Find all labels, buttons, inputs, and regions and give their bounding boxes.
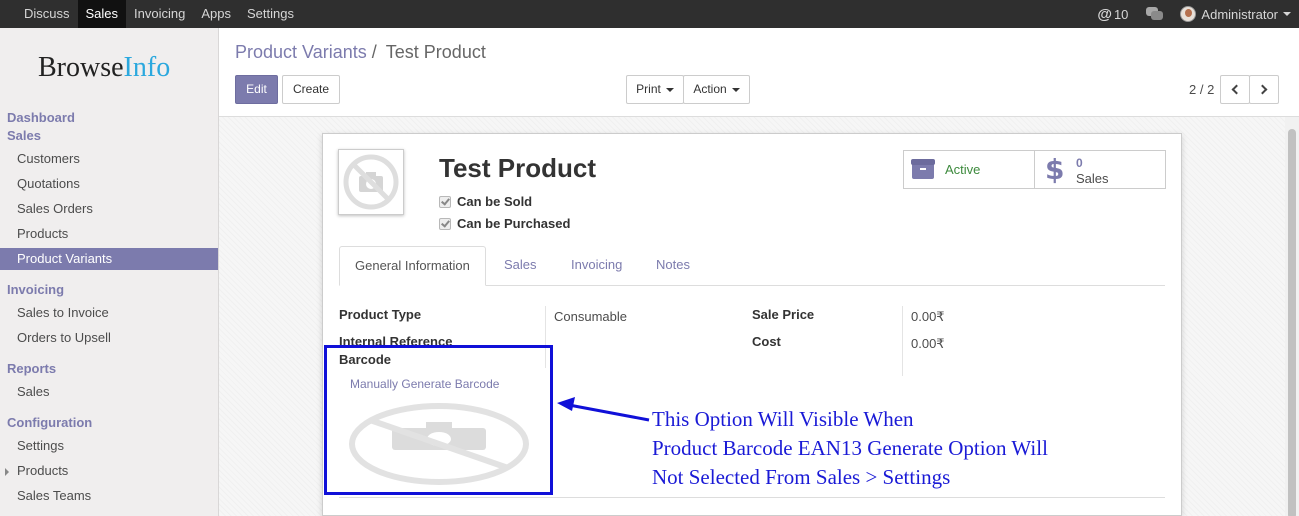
sidebar-dashboard[interactable]: Dashboard [7,110,75,125]
sidebar-item-sales-teams[interactable]: Sales Teams [0,485,218,507]
breadcrumb-current: Test Product [385,42,486,62]
mentions-count[interactable]: 10 [1114,7,1128,22]
print-button[interactable]: Print [626,75,684,104]
chat-icon[interactable] [1146,7,1164,21]
menu-invoicing[interactable]: Invoicing [126,0,193,28]
tab-sales[interactable]: Sales [489,246,552,286]
chevron-down-icon [731,87,740,92]
product-image[interactable] [338,149,404,215]
print-label: Print [636,82,661,96]
chevron-down-icon[interactable] [1283,12,1291,16]
no-image-icon [343,154,399,210]
cost-value[interactable]: 0.00₹ [911,336,945,352]
breadcrumb: Product Variants / Test Product [235,42,486,63]
edit-button[interactable]: Edit [235,75,278,104]
caret-right-icon [5,468,9,476]
active-toggle-button[interactable]: Active [903,150,1035,189]
sidebar-item-products[interactable]: Products [0,223,218,245]
sales-label: Sales [1076,171,1109,186]
create-button[interactable]: Create [282,75,340,104]
tab-invoicing[interactable]: Invoicing [556,246,637,286]
chevron-right-icon [1257,84,1268,95]
annotation-arrow-icon [557,397,650,422]
can-be-sold-label: Can be Sold [457,194,533,209]
archive-icon [911,159,935,179]
breadcrumb-separator: / [371,42,377,62]
sidebar-item-customers[interactable]: Customers [0,148,218,170]
can-be-purchased-label: Can be Purchased [457,216,571,231]
cost-label: Cost [752,334,781,349]
sidebar-item-quotations[interactable]: Quotations [0,173,218,195]
field-divider [902,306,903,376]
sidebar: BrowseInfo Dashboard Sales Customers Quo… [0,28,219,516]
sidebar-item-sales-orders[interactable]: Sales Orders [0,198,218,220]
pager-value[interactable]: 2 / 2 [1189,82,1214,97]
top-navbar: Discuss Sales Invoicing Apps Settings @ … [0,0,1299,28]
logo-info: Info [123,52,171,83]
sidebar-item-product-variants[interactable]: Product Variants [0,248,218,270]
sale-price-label: Sale Price [752,307,815,322]
sidebar-item-report-sales[interactable]: Sales [0,381,218,403]
sidebar-head-invoicing: Invoicing [7,282,65,297]
barcode-placeholder-icon [349,403,529,485]
action-button[interactable]: Action [683,75,750,104]
menu-settings[interactable]: Settings [239,0,302,28]
menu-sales[interactable]: Sales [77,0,127,28]
annotation-line-2: Product Barcode EAN13 Generate Option Wi… [652,436,1048,460]
menu-discuss[interactable]: Discuss [16,0,78,28]
sale-price-value[interactable]: 0.00₹ [911,309,945,325]
sales-smart-button[interactable]: $ 0 Sales [1034,150,1166,189]
scrollbar-thumb[interactable] [1288,129,1296,516]
sidebar-item-config-products[interactable]: Products [0,460,218,482]
sidebar-head-reports: Reports [7,361,57,376]
manually-generate-barcode-link[interactable]: Manually Generate Barcode [350,377,499,391]
sidebar-item-label: Products [17,463,69,478]
menu-apps[interactable]: Apps [193,0,239,28]
logo-browse: Browse [38,52,124,83]
top-menu: Discuss Sales Invoicing Apps Settings [16,0,302,28]
chevron-down-icon [665,87,674,92]
pager-previous-button[interactable] [1220,75,1250,104]
pager-next-button[interactable] [1249,75,1279,104]
sales-count: 0 [1076,156,1083,170]
can-be-sold-checkbox[interactable] [439,196,451,208]
product-type-value[interactable]: Consumable [554,309,627,324]
avatar[interactable] [1180,6,1197,22]
can-be-purchased-checkbox[interactable] [439,218,451,230]
chevron-left-icon [1231,84,1242,95]
active-status-text: Active [945,162,981,177]
sidebar-head-configuration: Configuration [7,415,93,430]
product-type-label: Product Type [339,307,422,322]
product-name[interactable]: Test Product [439,153,596,184]
sidebar-item-sales-to-invoice[interactable]: Sales to Invoice [0,302,218,324]
annotation-line-1: This Option Will Visible When [652,407,914,431]
dollar-icon: $ [1045,153,1065,186]
action-label: Action [693,82,727,96]
sidebar-item-orders-to-upsell[interactable]: Orders to Upsell [0,327,218,349]
section-divider [339,497,1165,498]
at-icon[interactable]: @ [1097,6,1112,23]
sidebar-head-sales: Sales [7,128,41,143]
tab-general-information[interactable]: General Information [339,246,486,286]
logo: BrowseInfo [38,52,170,84]
vertical-scrollbar[interactable] [1285,117,1299,516]
sidebar-item-settings[interactable]: Settings [0,435,218,457]
tab-notes[interactable]: Notes [641,246,705,286]
annotation-line-3: Not Selected From Sales > Settings [652,465,951,489]
user-menu[interactable]: Administrator [1201,7,1278,22]
barcode-label: Barcode [339,352,459,367]
systray: @ 10 Administrator [1097,0,1291,28]
breadcrumb-parent[interactable]: Product Variants [235,42,367,62]
